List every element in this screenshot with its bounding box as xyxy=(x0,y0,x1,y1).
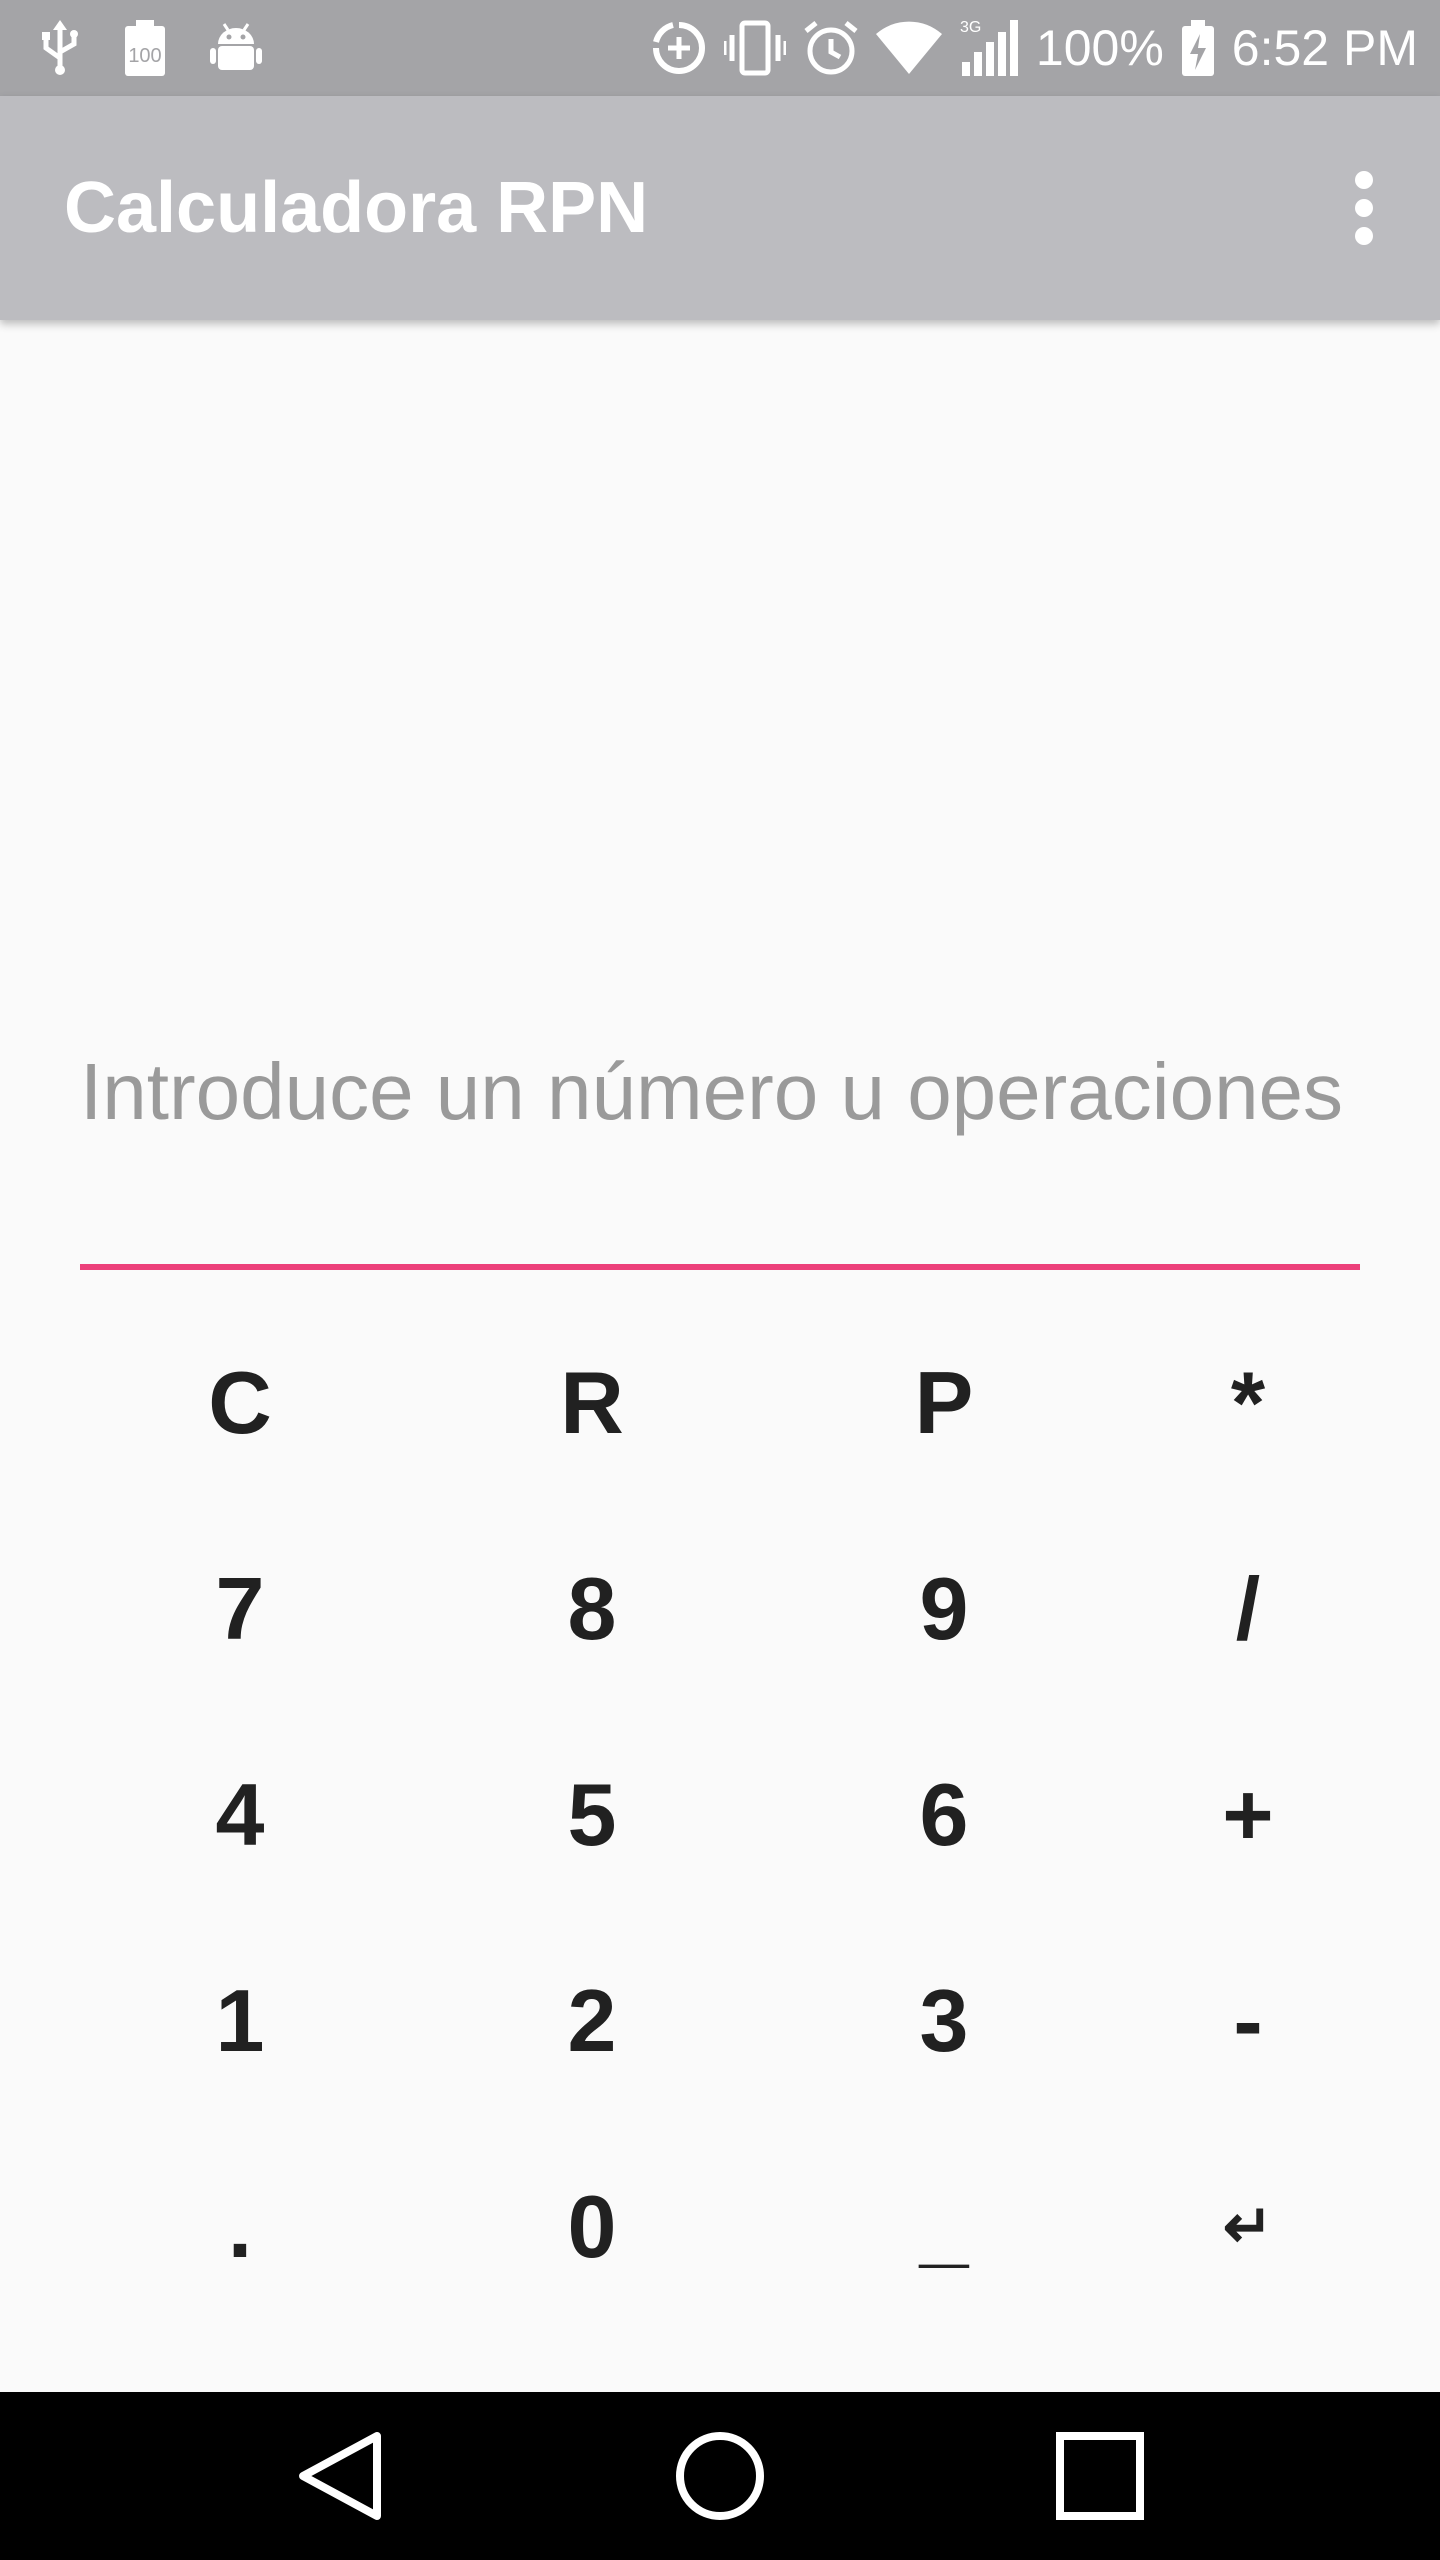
network-type-label: 3G xyxy=(960,19,981,36)
roll-key[interactable]: R xyxy=(412,1300,772,1505)
app-title: Calculadora RPN xyxy=(64,168,649,248)
clock: 6:52 PM xyxy=(1231,20,1418,76)
recents-button[interactable] xyxy=(1000,2392,1200,2560)
digit-0-key[interactable]: 0 xyxy=(412,2124,772,2329)
app-bar: Calculadora RPN xyxy=(0,96,1440,320)
rpn-input-container xyxy=(80,1040,1360,1270)
home-button[interactable] xyxy=(620,2392,820,2560)
overflow-menu-button[interactable] xyxy=(1328,148,1400,268)
keypad-row: 1 2 3 - xyxy=(0,1918,1440,2123)
digit-9-key[interactable]: 9 xyxy=(764,1506,1124,1711)
battery-charging-icon xyxy=(1180,18,1216,78)
subtract-key[interactable]: - xyxy=(1108,1918,1388,2123)
keypad-row: 4 5 6 + xyxy=(0,1712,1440,1917)
status-bar: 100 3G 100% 6:52 PM xyxy=(0,0,1440,96)
svg-text:100: 100 xyxy=(128,45,161,67)
battery-percent: 100% xyxy=(1035,20,1164,76)
clear-key[interactable]: C xyxy=(60,1300,420,1505)
usb-icon xyxy=(38,20,82,76)
add-key[interactable]: + xyxy=(1108,1712,1388,1917)
data-saver-icon xyxy=(650,19,708,77)
home-icon xyxy=(676,2432,764,2520)
digit-1-key[interactable]: 1 xyxy=(60,1918,420,2123)
digit-2-key[interactable]: 2 xyxy=(412,1918,772,2123)
cell-signal-icon: 3G xyxy=(958,18,1020,78)
digit-7-key[interactable]: 7 xyxy=(60,1506,420,1711)
negate-key[interactable]: _ xyxy=(764,2124,1124,2329)
digit-4-key[interactable]: 4 xyxy=(60,1712,420,1917)
digit-6-key[interactable]: 6 xyxy=(764,1712,1124,1917)
vibrate-icon xyxy=(723,19,786,77)
digit-3-key[interactable]: 3 xyxy=(764,1918,1124,2123)
wifi-icon xyxy=(875,20,942,76)
alarm-icon xyxy=(802,19,860,77)
back-icon xyxy=(299,2432,381,2520)
status-bar-left: 100 xyxy=(38,18,304,78)
enter-key[interactable]: ↵ xyxy=(1108,2124,1388,2329)
pop-key[interactable]: P xyxy=(764,1300,1124,1505)
recents-icon xyxy=(1056,2432,1144,2520)
back-button[interactable] xyxy=(240,2392,440,2560)
keypad-row: C R P * xyxy=(0,1300,1440,1505)
decimal-point-key[interactable]: . xyxy=(60,2124,420,2329)
android-debug-icon xyxy=(208,20,264,76)
digit-5-key[interactable]: 5 xyxy=(412,1712,772,1917)
navigation-bar xyxy=(0,2392,1440,2560)
keypad-row: 7 8 9 / xyxy=(0,1506,1440,1711)
multiply-key[interactable]: * xyxy=(1108,1300,1388,1505)
rpn-input[interactable] xyxy=(80,1040,1360,1264)
keypad-row: . 0 _ ↵ xyxy=(0,2124,1440,2329)
more-vertical-icon xyxy=(1355,171,1373,245)
battery-100-icon: 100 xyxy=(122,18,168,78)
divide-key[interactable]: / xyxy=(1108,1506,1388,1711)
keypad: C R P * 7 8 9 / 4 5 6 + 1 2 3 - . 0 _ ↵ xyxy=(0,1300,1440,2330)
status-bar-right: 3G 100% 6:52 PM xyxy=(634,18,1418,78)
digit-8-key[interactable]: 8 xyxy=(412,1506,772,1711)
